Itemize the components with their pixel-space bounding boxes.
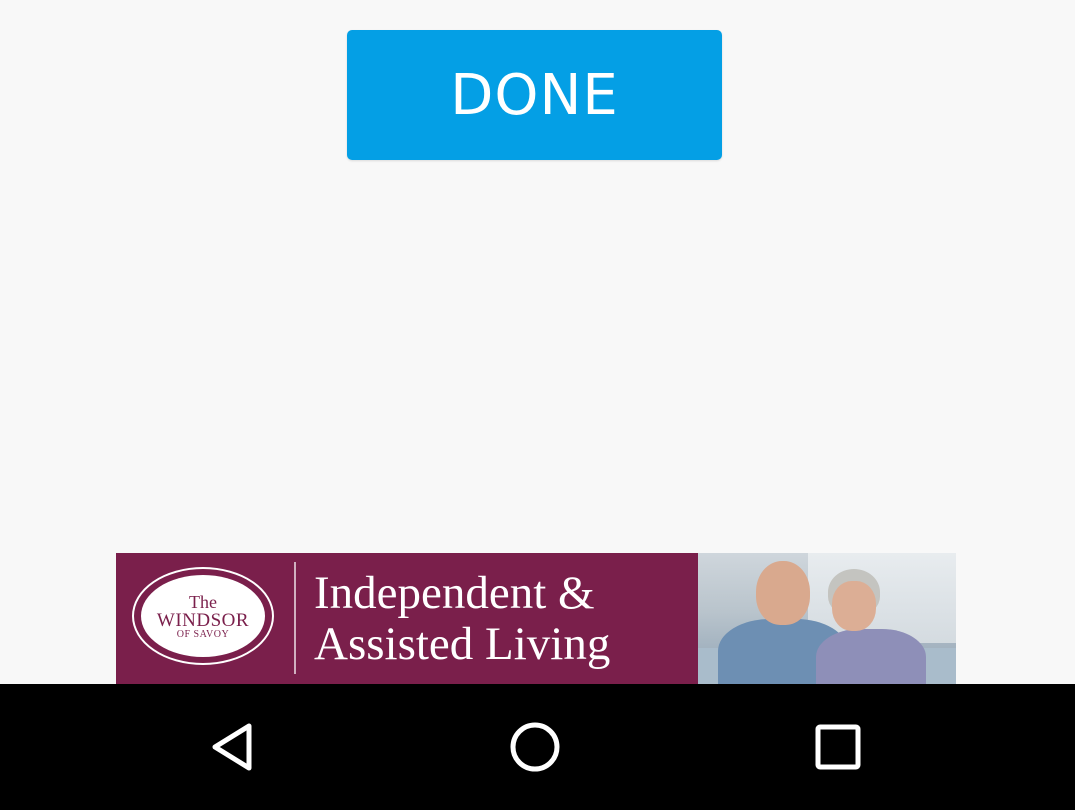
ad-photo-woman-head [832, 581, 876, 631]
nav-home-button[interactable] [475, 684, 595, 810]
ad-headline: Independent & Assisted Living [296, 553, 698, 684]
home-circle-icon [510, 722, 560, 772]
done-button-label: DONE [450, 62, 619, 128]
ad-logo-oval: The WINDSOR OF SAVOY [132, 567, 274, 665]
ad-logo: The WINDSOR OF SAVOY [116, 553, 294, 684]
ad-logo-of-savoy: OF SAVOY [176, 628, 230, 640]
screen: DONE The WINDSOR OF SAVOY Independent & … [0, 0, 1075, 810]
ad-headline-line1: Independent & [314, 566, 595, 619]
nav-back-button[interactable] [172, 684, 292, 810]
ad-photo-man-head [756, 561, 810, 625]
back-triangle-icon [212, 723, 252, 771]
ad-headline-line2: Assisted Living [314, 617, 611, 670]
recents-square-icon [815, 724, 861, 770]
done-button[interactable]: DONE [347, 30, 722, 160]
navigation-bar [0, 684, 1075, 810]
ad-logo-windsor: WINDSOR [156, 609, 250, 631]
ad-banner[interactable]: The WINDSOR OF SAVOY Independent & Assis… [116, 553, 956, 684]
ad-logo-the: The [189, 591, 217, 612]
ad-photo-woman-body [816, 629, 926, 684]
nav-recents-button[interactable] [778, 684, 898, 810]
ad-photo-senior-couple [698, 553, 956, 684]
ad-logo-inner: The WINDSOR OF SAVOY [141, 575, 265, 657]
